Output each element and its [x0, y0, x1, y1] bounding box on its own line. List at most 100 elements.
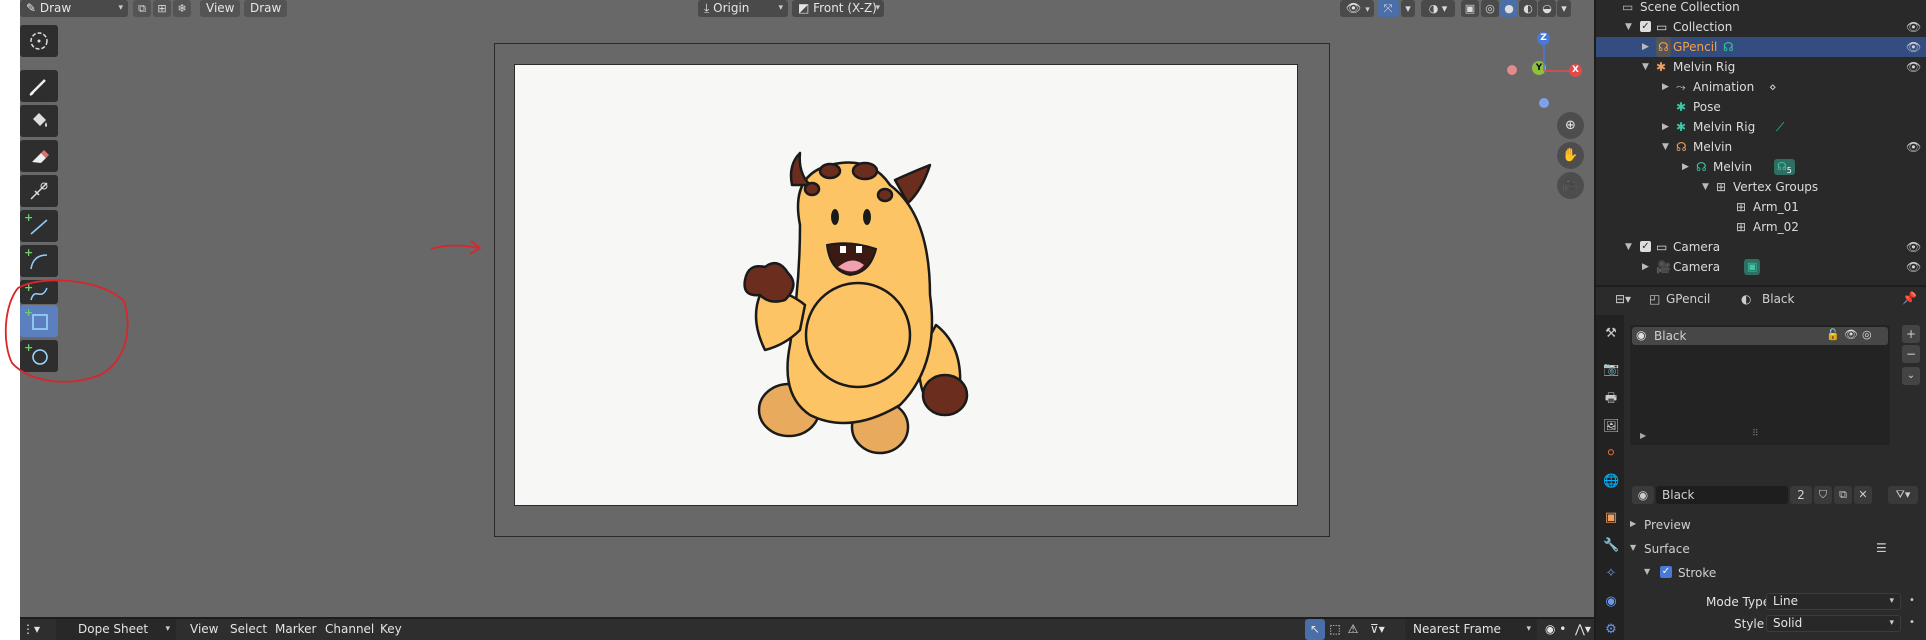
eye-icon[interactable]: 👁 — [1906, 17, 1921, 37]
outliner-row-animation[interactable]: ▶ ⤳ Animation ⋄ — [1596, 77, 1926, 97]
world-tab-icon[interactable]: 🌐 — [1603, 474, 1619, 490]
list-icon[interactable]: ☰ — [1876, 541, 1887, 555]
material-slot-row[interactable]: ◉ Black 🔓 👁 ◎ — [1632, 327, 1888, 345]
outliner-row-melvin-rig[interactable]: ▼ ✱ Melvin Rig 👁 — [1596, 57, 1926, 77]
user-count-badge[interactable]: 2 — [1790, 486, 1812, 504]
monster-character-drawing[interactable] — [730, 145, 1000, 465]
breadcrumb-object[interactable]: GPencil — [1666, 292, 1710, 306]
origin-dropdown[interactable]: ⤓ Origin ▾ — [698, 0, 788, 17]
mode-type-dropdown[interactable]: Line ▾ — [1766, 593, 1901, 610]
falloff-icon[interactable]: ⋀▾ — [1575, 619, 1591, 640]
line-tool[interactable]: + — [20, 210, 58, 242]
timeline-header[interactable]: ⋮▾ Dope Sheet ▾ View Select Marker Channe… — [20, 619, 1594, 640]
physics-tab-icon[interactable]: ◉ — [1603, 594, 1619, 610]
outliner-row-pose[interactable]: ✱ Pose — [1596, 97, 1926, 117]
lock-icon[interactable]: 🔓 — [1826, 328, 1840, 341]
gizmo-dropdown-icon[interactable]: ▾ — [1401, 0, 1415, 17]
checkbox-icon[interactable]: ✓ — [1640, 241, 1651, 252]
warning-icon[interactable]: ⚠ — [1345, 619, 1361, 640]
timeline-menu-channel[interactable]: Channel — [325, 619, 374, 640]
arc-tool[interactable]: + — [20, 245, 58, 277]
draw-tool[interactable] — [20, 70, 58, 102]
outliner-row-melvin-rig-data[interactable]: ▶ ✱ Melvin Rig ⟋ — [1596, 117, 1926, 137]
outliner-row-collection[interactable]: ▼ ✓ ▭ Collection 👁 — [1596, 17, 1926, 37]
effects-tab-icon[interactable]: ✧ — [1603, 566, 1619, 582]
expand-arrow-icon[interactable]: ▶ — [1640, 431, 1646, 440]
zoom-icon[interactable]: ⊕ — [1557, 112, 1584, 139]
keyframe-dot-icon[interactable]: • — [1909, 617, 1915, 628]
shading-dropdown-icon[interactable]: ▾ — [1557, 0, 1571, 17]
stroke-mode-icon[interactable]: ⊞ — [153, 0, 171, 17]
remove-slot-button[interactable]: − — [1902, 345, 1920, 363]
material-shading-icon[interactable]: ◐ — [1519, 0, 1537, 17]
eye-icon[interactable]: 👁 — [1844, 328, 1858, 341]
checkbox-icon[interactable]: ✓ — [1640, 21, 1651, 32]
cursor-tool[interactable] — [20, 25, 58, 57]
view-layer-tab-icon[interactable]: 🖼 — [1603, 419, 1620, 435]
resize-grip-icon[interactable]: ⠿ — [1752, 429, 1759, 439]
tool-tab-icon[interactable]: ⚒ — [1603, 326, 1619, 342]
view-orientation-dropdown[interactable]: ◩ Front (X-Z) ▾ — [792, 0, 884, 17]
select-cursor-icon[interactable]: ↖ — [1305, 619, 1325, 640]
material-slot-list[interactable]: ◉ Black 🔓 👁 ◎ ▶ ⠿ — [1630, 325, 1890, 445]
outliner-row-scene-collection[interactable]: ▭ Scene Collection — [1596, 0, 1926, 17]
gizmo-neg-x[interactable] — [1507, 65, 1517, 75]
modifier-tab-icon[interactable]: 🔧 — [1603, 538, 1619, 554]
multiframe-icon[interactable]: ❄ — [173, 0, 191, 17]
outliner-row-arm02[interactable]: ⊞ Arm_02 — [1596, 217, 1926, 237]
onion-skin-icon[interactable]: ◎ — [1862, 328, 1872, 341]
outliner[interactable]: ▭ Scene Collection ▼ ✓ ▭ Collection 👁 ▶ … — [1596, 0, 1926, 285]
solid-shading-icon[interactable]: ● — [1500, 0, 1518, 17]
wireframe-shading-icon[interactable]: ◎ — [1481, 0, 1499, 17]
scene-tab-icon[interactable]: ⚪ — [1603, 446, 1619, 462]
outliner-row-vertex-groups[interactable]: ▼ ⊞ Vertex Groups — [1596, 177, 1926, 197]
output-tab-icon[interactable]: 🖶 — [1603, 391, 1619, 407]
timeline-menu-marker[interactable]: Marker — [275, 619, 316, 640]
menu-draw[interactable]: Draw — [244, 0, 288, 17]
timeline-menu-key[interactable]: Key — [380, 619, 402, 640]
outliner-row-arm01[interactable]: ⊞ Arm_01 — [1596, 197, 1926, 217]
dope-sheet-dropdown[interactable]: Dope Sheet ▾ — [56, 619, 176, 640]
outliner-row-camera-collection[interactable]: ▼ ✓ ▭ Camera 👁 — [1596, 237, 1926, 257]
proportional-edit-icon[interactable]: ◉ • — [1545, 619, 1566, 640]
render-tab-icon[interactable]: 📷 — [1603, 362, 1619, 378]
stroke-checkbox[interactable]: ✓ — [1660, 566, 1672, 578]
gizmo-toggle-icon[interactable]: ⤧ — [1377, 0, 1399, 17]
panel-preview[interactable]: ▶ Preview — [1626, 515, 1926, 537]
timeline-menu-view[interactable]: View — [190, 619, 218, 640]
add-slot-button[interactable]: + — [1902, 325, 1920, 343]
object-tab-icon[interactable]: ▣ — [1603, 510, 1619, 526]
erase-tool[interactable] — [20, 140, 58, 172]
eye-icon[interactable]: 👁 — [1906, 257, 1921, 277]
pan-hand-icon[interactable]: ✋ — [1557, 142, 1584, 169]
eye-icon[interactable]: 👁 — [1906, 137, 1921, 157]
unlink-icon[interactable]: ✕ — [1854, 486, 1872, 504]
eye-icon[interactable]: 👁 — [1906, 37, 1921, 57]
overlays-icon[interactable]: ◑ ▾ — [1421, 0, 1455, 17]
material-type-icon[interactable]: ⛛▾ — [1888, 486, 1918, 504]
properties-editor-type-icon[interactable]: ⊟▾ — [1615, 292, 1631, 306]
keyframe-dot-icon[interactable]: • — [1909, 595, 1915, 606]
outliner-row-camera-object[interactable]: ▶ 🎥 Camera ▣ 👁 — [1596, 257, 1926, 277]
pin-icon[interactable]: 📌 — [1902, 291, 1917, 305]
xray-icon[interactable]: ▣ — [1461, 0, 1479, 17]
panel-stroke[interactable]: ▼ ✓ Stroke — [1636, 564, 1926, 586]
camera-view-icon[interactable]: 🎥 — [1557, 172, 1584, 199]
fill-tool[interactable] — [20, 105, 58, 137]
box-select-icon[interactable]: ⬚ — [1327, 619, 1343, 640]
panel-surface[interactable]: ▼ Surface ☰ — [1626, 539, 1926, 561]
rendered-shading-icon[interactable]: ◒ — [1538, 0, 1556, 17]
timeline-menu-select[interactable]: Select — [230, 619, 267, 640]
filter-icon[interactable]: ⊽▾ — [1370, 619, 1385, 640]
slot-specials-button[interactable]: ⌄ — [1902, 367, 1920, 385]
select-mode-icon[interactable]: ⧉ — [133, 0, 151, 17]
visibility-dropdown[interactable]: 👁 ▾ — [1340, 0, 1374, 17]
outliner-row-gpencil[interactable]: ▶ ☊ GPencil ☊ 👁 — [1596, 37, 1926, 57]
editor-type-icon[interactable]: ⋮▾ — [22, 619, 40, 640]
breadcrumb-material[interactable]: Black — [1762, 292, 1794, 306]
menu-view[interactable]: View — [200, 0, 241, 17]
fake-user-icon[interactable]: ⛉ — [1814, 486, 1832, 504]
duplicate-icon[interactable]: ⧉ — [1834, 486, 1852, 504]
mode-dropdown[interactable]: ✎ Draw ▾ — [20, 0, 128, 17]
eye-icon[interactable]: 👁 — [1906, 237, 1921, 257]
